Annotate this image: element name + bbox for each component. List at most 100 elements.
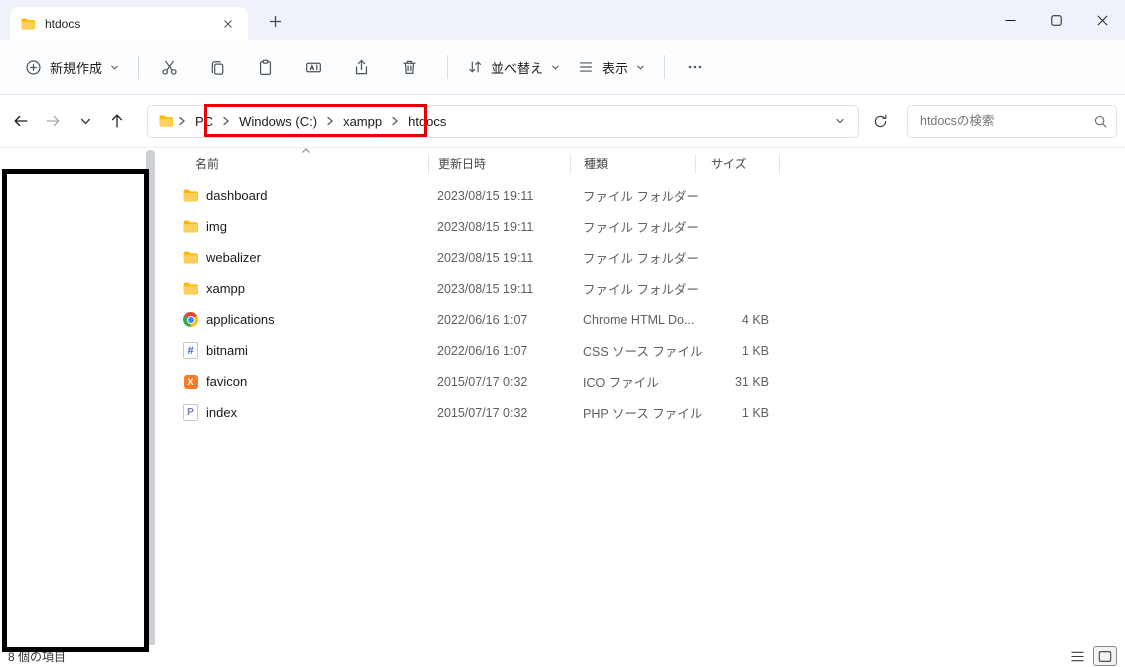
minimize-button[interactable]: [987, 0, 1033, 40]
column-divider: [779, 154, 781, 174]
file-size: 31 KB: [695, 375, 779, 389]
file-date: 2023/08/15 19:11: [428, 251, 570, 265]
file-type: ファイル フォルダー: [570, 186, 695, 205]
clipboard-icon: [256, 58, 275, 77]
file-name: bitnami: [206, 343, 248, 358]
breadcrumb: PC Windows (C:) xampp htdocs: [176, 110, 828, 133]
new-tab-button[interactable]: [262, 10, 288, 32]
toolbar-separator: [138, 55, 139, 79]
breadcrumb-item[interactable]: PC: [188, 110, 220, 133]
search-input[interactable]: [918, 113, 1093, 129]
column-header-size[interactable]: サイズ: [695, 154, 779, 174]
file-type: ファイル フォルダー: [570, 279, 695, 298]
chrome-icon: [182, 311, 199, 328]
css-icon: #: [182, 342, 199, 359]
status-bar: 8 個の項目: [0, 645, 1125, 667]
file-size: 4 KB: [695, 313, 779, 327]
toolbar-separator: [447, 55, 448, 79]
chevron-down-icon: [109, 62, 120, 73]
window-controls: [987, 0, 1125, 40]
file-type: ファイル フォルダー: [570, 248, 695, 267]
refresh-button[interactable]: [865, 106, 895, 136]
search-icon: [1093, 114, 1108, 129]
column-header-type[interactable]: 種類: [570, 154, 695, 174]
sort-arrows-icon: [466, 58, 484, 76]
file-row[interactable]: X favicon 2015/07/17 0:32 ICO ファイル 31 KB: [160, 366, 1113, 397]
copy-button[interactable]: [197, 49, 237, 85]
file-date: 2022/06/16 1:07: [428, 344, 570, 358]
rename-icon: [304, 58, 323, 77]
breadcrumb-item[interactable]: xampp: [336, 110, 389, 133]
new-item-button[interactable]: 新規作成: [16, 51, 128, 84]
file-size: 1 KB: [695, 344, 779, 358]
folder-icon: [182, 187, 199, 204]
file-row[interactable]: dashboard 2023/08/15 19:11 ファイル フォルダー: [160, 180, 1113, 211]
share-icon: [352, 58, 371, 77]
file-row[interactable]: xampp 2023/08/15 19:11 ファイル フォルダー: [160, 273, 1113, 304]
file-name: applications: [206, 312, 275, 327]
view-button[interactable]: 表示: [569, 51, 654, 84]
file-row[interactable]: img 2023/08/15 19:11 ファイル フォルダー: [160, 211, 1113, 242]
file-type: CSS ソース ファイル: [570, 341, 695, 360]
file-type: ICO ファイル: [570, 372, 695, 391]
delete-button[interactable]: [389, 49, 429, 85]
address-bar[interactable]: PC Windows (C:) xampp htdocs: [147, 105, 859, 138]
file-type: PHP ソース ファイル: [570, 403, 695, 422]
file-name: webalizer: [206, 250, 261, 265]
file-name: index: [206, 405, 237, 420]
maximize-button[interactable]: [1033, 0, 1079, 40]
up-button[interactable]: [101, 105, 133, 137]
tab-title: htdocs: [45, 17, 209, 31]
arrow-up-icon: [108, 112, 126, 130]
view-label: 表示: [602, 58, 628, 77]
file-row[interactable]: webalizer 2023/08/15 19:11 ファイル フォルダー: [160, 242, 1113, 273]
address-dropdown-button[interactable]: [828, 108, 852, 134]
toolbar-separator: [664, 55, 665, 79]
tab-close-button[interactable]: [218, 14, 238, 34]
file-date: 2023/08/15 19:11: [428, 189, 570, 203]
file-name: xampp: [206, 281, 245, 296]
breadcrumb-item[interactable]: Windows (C:): [232, 110, 324, 133]
command-bar: 新規作成 並べ替え 表示: [0, 40, 1125, 95]
forward-button[interactable]: [37, 105, 69, 137]
file-name: dashboard: [206, 188, 267, 203]
back-button[interactable]: [5, 105, 37, 137]
column-header-name[interactable]: 名前: [160, 154, 428, 174]
folder-icon: [182, 280, 199, 297]
column-header-date[interactable]: 更新日時: [428, 154, 570, 174]
new-item-label: 新規作成: [50, 58, 102, 77]
rename-button[interactable]: [293, 49, 333, 85]
file-date: 2015/07/17 0:32: [428, 375, 570, 389]
more-options-button[interactable]: [675, 49, 715, 85]
recent-locations-button[interactable]: [69, 105, 101, 137]
copy-icon: [208, 58, 227, 77]
arrow-right-icon: [44, 112, 62, 130]
breadcrumb-chevron-icon: [176, 115, 188, 127]
scissors-icon: [160, 58, 179, 77]
file-size: 1 KB: [695, 406, 779, 420]
paste-button[interactable]: [245, 49, 285, 85]
php-icon: P: [182, 404, 199, 421]
sort-button[interactable]: 並べ替え: [458, 51, 569, 84]
details-view-button[interactable]: [1065, 646, 1089, 666]
close-button[interactable]: [1079, 0, 1125, 40]
file-date: 2015/07/17 0:32: [428, 406, 570, 420]
refresh-icon: [872, 113, 889, 130]
cut-button[interactable]: [149, 49, 189, 85]
file-row[interactable]: # bitnami 2022/06/16 1:07 CSS ソース ファイル 1…: [160, 335, 1113, 366]
large-icons-view-button[interactable]: [1093, 646, 1117, 666]
column-headers: 名前 更新日時 種類 サイズ: [160, 148, 1125, 179]
explorer-tab[interactable]: htdocs: [10, 7, 248, 40]
share-button[interactable]: [341, 49, 381, 85]
chevron-down-icon: [79, 115, 92, 128]
sort-ascending-icon: [300, 147, 312, 155]
chevron-down-icon: [635, 62, 646, 73]
file-row[interactable]: applications 2022/06/16 1:07 Chrome HTML…: [160, 304, 1113, 335]
ellipsis-icon: [686, 58, 704, 76]
large-icons-view-icon: [1098, 650, 1112, 663]
folder-icon: [182, 249, 199, 266]
trash-icon: [400, 58, 419, 77]
breadcrumb-item[interactable]: htdocs: [401, 110, 453, 133]
file-row[interactable]: P index 2015/07/17 0:32 PHP ソース ファイル 1 K…: [160, 397, 1113, 428]
address-bar-row: PC Windows (C:) xampp htdocs: [0, 95, 1125, 148]
